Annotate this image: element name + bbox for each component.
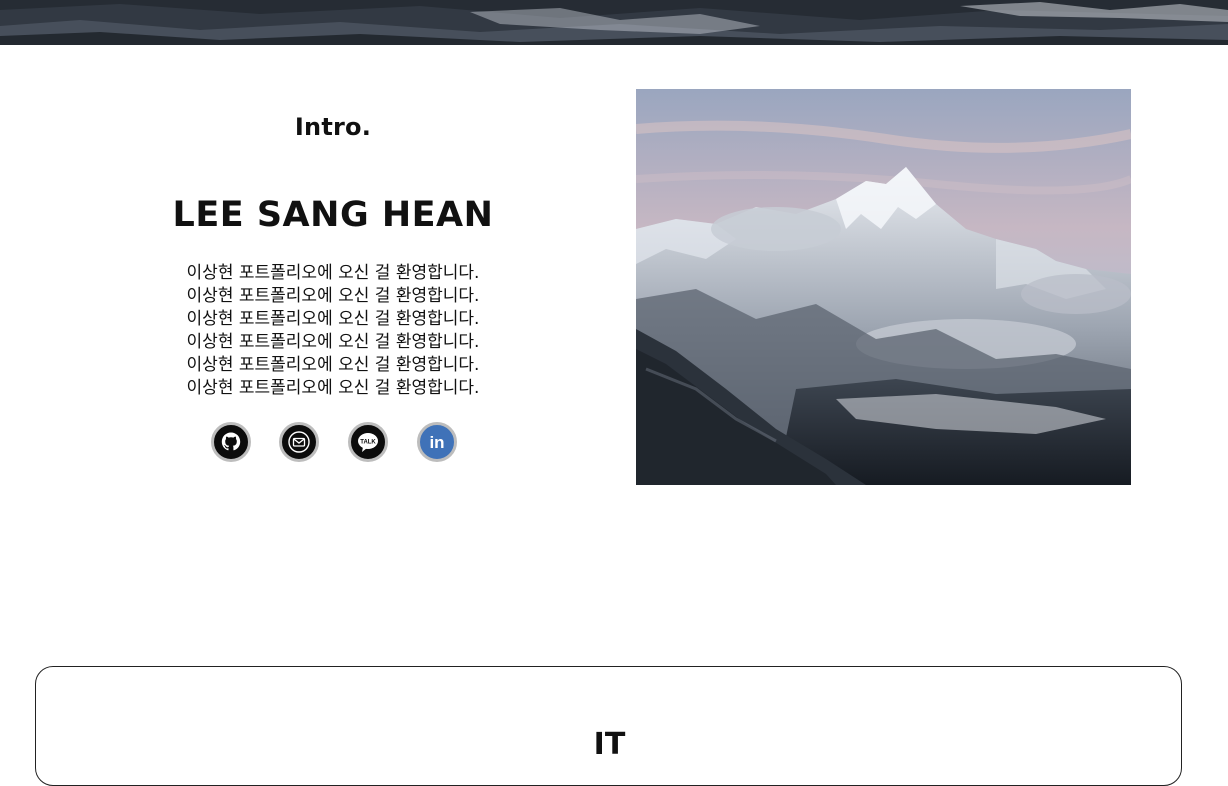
github-icon — [217, 428, 245, 456]
intro-line: 이상현 포트폴리오에 오신 걸 환영합니다. — [186, 355, 480, 375]
kakaotalk-badge: TALK — [360, 439, 376, 445]
kakaotalk-icon: TALK — [358, 433, 378, 452]
social-links: TALK in — [120, 422, 546, 462]
linkedin-icon: in — [429, 433, 444, 452]
mail-link[interactable] — [279, 422, 319, 462]
intro-line: 이상현 포트폴리오에 오신 걸 환영합니다. — [186, 309, 480, 329]
intro-line: 이상현 포트폴리오에 오신 걸 환영합니다. — [186, 286, 480, 306]
intro-line: 이상현 포트폴리오에 오신 걸 환영합니다. — [186, 332, 480, 352]
intro-line: 이상현 포트폴리오에 오신 걸 환영합니다. — [186, 378, 480, 398]
intro-description: 이상현 포트폴리오에 오신 걸 환영합니다. 이상현 포트폴리오에 오신 걸 환… — [120, 262, 546, 400]
it-section-title: IT — [593, 727, 626, 762]
mail-icon — [288, 431, 310, 453]
kakaotalk-link[interactable]: TALK — [348, 422, 388, 462]
intro-section: Intro. LEE SANG HEAN 이상현 포트폴리오에 오신 걸 환영합… — [0, 45, 1228, 645]
intro-name: LEE SANG HEAN — [172, 195, 494, 235]
mountain-photo — [636, 89, 1131, 485]
hero-banner-image — [0, 0, 1228, 45]
github-link[interactable] — [211, 422, 251, 462]
linkedin-link[interactable]: in — [417, 422, 457, 462]
intro-heading: Intro. — [294, 113, 372, 141]
linkedin-badge: in — [429, 433, 444, 452]
intro-line: 이상현 포트폴리오에 오신 걸 환영합니다. — [186, 263, 480, 283]
it-section-card: IT — [35, 666, 1182, 786]
